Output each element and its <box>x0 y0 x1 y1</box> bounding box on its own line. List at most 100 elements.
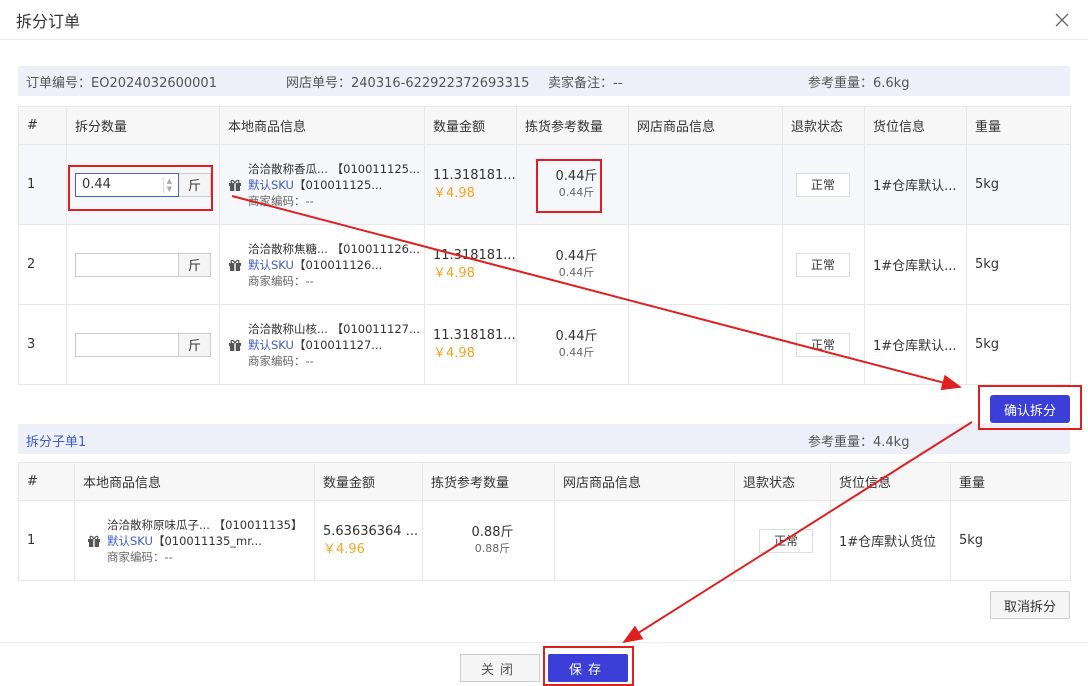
confirm-split-button[interactable]: 确认拆分 <box>990 395 1070 423</box>
shop-order-number: 网店单号：240316-622922372693315 <box>286 75 530 91</box>
quantity-spinner[interactable]: ▲ ▼ <box>162 176 172 193</box>
unit-label: 斤 <box>179 172 211 197</box>
merchant-code: 商家编码：-- <box>248 273 314 288</box>
shop-goods-info <box>628 304 783 385</box>
unit-label: 斤 <box>179 332 211 357</box>
local-goods-info: 洽洽散称焦糖... 【010011126... 默认SKU【010011126.… <box>228 241 424 289</box>
col-header: 拣货参考数量 <box>422 462 555 501</box>
merchant-code: 商家编码：-- <box>107 549 173 564</box>
split-quantity-input[interactable] <box>75 252 179 277</box>
save-button[interactable]: 保存 <box>548 654 628 682</box>
table-row: 3 斤 洽洽散称山核... 【010011127... 默认SKU【010011… <box>18 304 1071 385</box>
goods-code: 【010011127... <box>331 321 420 336</box>
col-header: 拣货参考数量 <box>516 106 629 145</box>
pick-ref-qty: 0.44斤 <box>555 328 598 344</box>
modal-footer <box>0 642 1088 686</box>
pick-ref-qty-sub: 0.44斤 <box>558 185 595 199</box>
reference-weight: 参考重量：6.6kg <box>808 75 910 91</box>
split-order-modal: 拆分订单 订单编号：EO2024032600001 网店单号：240316-62… <box>0 0 1088 686</box>
shop-goods-info <box>628 224 783 305</box>
split-quantity-control: 0.44 ▲ ▼ 斤 <box>75 172 211 197</box>
col-header: 网店商品信息 <box>554 462 735 501</box>
col-header: 货位信息 <box>830 462 951 501</box>
split-quantity-input[interactable]: 0.44 ▲ ▼ <box>75 172 179 197</box>
sub-order-weight: 参考重量：4.4kg <box>808 435 910 450</box>
goods-name: 洽洽散称香瓜... <box>248 161 328 176</box>
col-header: 本地商品信息 <box>74 462 315 501</box>
local-goods-info: 洽洽散称原味瓜子... 【010011135】 默认SKU【010011135_… <box>87 517 314 565</box>
gift-icon <box>229 179 241 191</box>
refund-status-badge: 正常 <box>759 528 813 553</box>
col-header: 网店商品信息 <box>628 106 783 145</box>
quantity-amount: 11.318181... <box>433 167 516 183</box>
location-info: 1#仓库默认货位 <box>830 500 951 581</box>
row-index: 1 <box>18 500 75 581</box>
price: ￥4.96 <box>323 541 365 557</box>
weight: 5kg <box>966 304 1071 385</box>
gift-icon <box>229 339 241 351</box>
gift-icon <box>88 535 100 547</box>
col-header: 数量金额 <box>314 462 423 501</box>
sku-link[interactable]: 默认SKU <box>107 534 153 548</box>
quantity-amount: 11.318181... <box>433 247 516 263</box>
cancel-split-button[interactable]: 取消拆分 <box>990 591 1070 619</box>
col-header: 货位信息 <box>864 106 967 145</box>
col-header: 退款状态 <box>734 462 831 501</box>
shop-goods-info <box>628 144 783 225</box>
col-header: # <box>18 462 75 501</box>
refund-status-badge: 正常 <box>796 252 850 277</box>
split-quantity-input[interactable] <box>75 332 179 357</box>
weight: 5kg <box>950 500 1071 581</box>
split-quantity-control: 斤 <box>75 252 211 277</box>
close-icon[interactable] <box>1052 10 1072 30</box>
row-index: 3 <box>18 304 67 385</box>
sku-code: 【010011126... <box>293 257 383 272</box>
col-header: # <box>18 106 67 145</box>
col-header: 退款状态 <box>782 106 865 145</box>
order-number: 订单编号：EO2024032600001 <box>26 75 217 91</box>
order-info-bar: 订单编号：EO2024032600001 网店单号：240316-6229223… <box>18 66 1070 96</box>
local-goods-info: 洽洽散称香瓜... 【010011125... 默认SKU【010011125.… <box>228 161 424 209</box>
merchant-code: 商家编码：-- <box>248 193 314 208</box>
unit-label: 斤 <box>179 252 211 277</box>
location-info: 1#仓库默认... <box>864 304 967 385</box>
pick-ref-qty-sub: 0.88斤 <box>474 541 511 555</box>
refund-status-badge: 正常 <box>796 332 850 357</box>
seller-note: 卖家备注：-- <box>548 75 623 91</box>
sku-link[interactable]: 默认SKU <box>248 338 294 352</box>
pick-ref-qty-sub: 0.44斤 <box>558 345 595 359</box>
split-quantity-control: 斤 <box>75 332 211 357</box>
col-header: 拆分数量 <box>66 106 220 145</box>
local-goods-info: 洽洽散称山核... 【010011127... 默认SKU【010011127.… <box>228 321 424 369</box>
modal-header: 拆分订单 <box>0 0 1088 40</box>
sub-order-table: # 本地商品信息 数量金额 拣货参考数量 网店商品信息 退款状态 货位信息 重量… <box>18 462 1071 581</box>
goods-name: 洽洽散称山核... <box>248 321 328 336</box>
price: ￥4.98 <box>433 345 475 361</box>
sku-link[interactable]: 默认SKU <box>248 258 294 272</box>
location-info: 1#仓库默认... <box>864 144 967 225</box>
shop-goods-info <box>554 500 735 581</box>
goods-code: 【010011126... <box>331 241 420 256</box>
pick-ref-qty: 0.44斤 <box>555 248 598 264</box>
sub-order-title: 拆分子单1 <box>26 435 87 450</box>
merchant-code: 商家编码：-- <box>248 353 314 368</box>
goods-code: 【010011125... <box>331 161 420 176</box>
gift-icon <box>229 259 241 271</box>
split-items-table: # 拆分数量 本地商品信息 数量金额 拣货参考数量 网店商品信息 退款状态 货位… <box>18 106 1071 385</box>
table-row: 2 斤 洽洽散称焦糖... 【010011126... 默认SKU【010011… <box>18 224 1071 305</box>
goods-name: 洽洽散称原味瓜子... <box>107 517 210 532</box>
quantity-amount: 5.63636364 ... <box>323 523 419 539</box>
quantity-amount: 11.318181... <box>433 327 516 343</box>
pick-ref-qty-sub: 0.44斤 <box>558 265 595 279</box>
pick-ref-qty: 0.44斤 <box>555 168 598 184</box>
sku-link[interactable]: 默认SKU <box>248 178 294 192</box>
col-header: 数量金额 <box>424 106 517 145</box>
goods-name: 洽洽散称焦糖... <box>248 241 328 256</box>
modal-title: 拆分订单 <box>16 11 81 31</box>
location-info: 1#仓库默认... <box>864 224 967 305</box>
weight: 5kg <box>966 224 1071 305</box>
sub-order-bar: 拆分子单1 参考重量：4.4kg <box>18 424 1070 454</box>
table-row: 1 洽洽散称原味瓜子... 【010011135】 默认SKU【01001113… <box>18 500 1071 581</box>
close-button[interactable]: 关闭 <box>460 654 540 682</box>
col-header: 本地商品信息 <box>219 106 425 145</box>
